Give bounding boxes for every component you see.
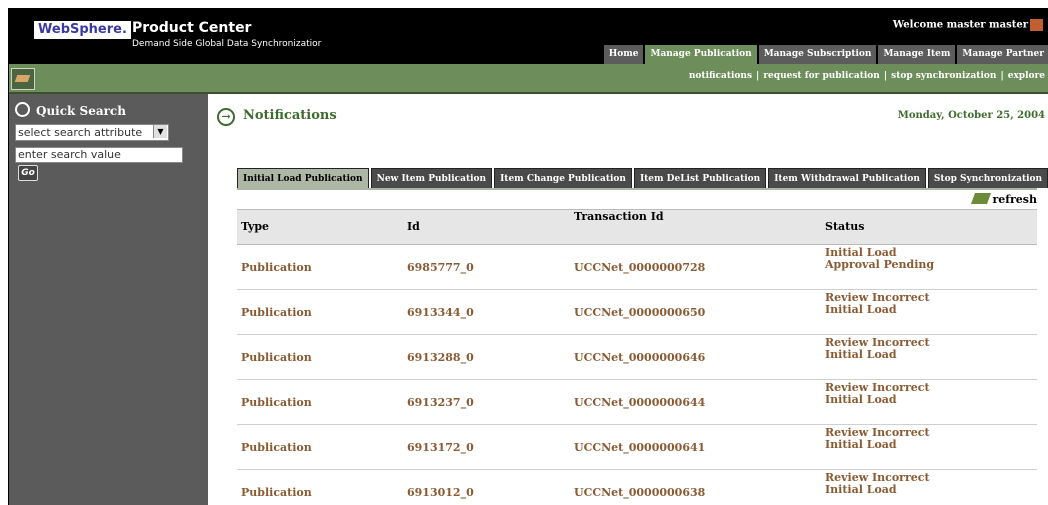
nav-manage-publication[interactable]: Manage Publication: [645, 45, 757, 64]
tab-item-change[interactable]: Item Change Publication: [494, 168, 632, 188]
go-button[interactable]: Go: [18, 165, 38, 181]
col-type: Type: [241, 220, 270, 233]
link-request-for-publication[interactable]: request for publication: [763, 71, 880, 81]
user-icon: [1030, 19, 1043, 31]
tab-underline: [237, 188, 1037, 190]
cell-type[interactable]: Publication: [241, 306, 312, 319]
current-date: Monday, October 25, 2004: [897, 110, 1045, 121]
cell-type[interactable]: Publication: [241, 441, 312, 454]
quick-search-title: Quick Search: [15, 102, 126, 118]
col-id: Id: [407, 220, 420, 233]
cell-id[interactable]: 6913172_0: [407, 441, 474, 454]
cell-id[interactable]: 6913288_0: [407, 351, 474, 364]
search-attribute-select[interactable]: select search attribute: [15, 124, 169, 141]
cell-id[interactable]: 6913237_0: [407, 396, 474, 409]
tab-new-item[interactable]: New Item Publication: [370, 168, 493, 188]
tab-initial-load[interactable]: Initial Load Publication: [237, 168, 369, 188]
refresh-button[interactable]: refresh: [971, 193, 1037, 206]
cell-transaction-id[interactable]: UCCNet_0000000728: [574, 261, 705, 274]
table-row[interactable]: Publication 6913012_0 UCCNet_0000000638 Rev…: [237, 470, 1037, 505]
cell-type[interactable]: Publication: [241, 396, 312, 409]
table-header: Type Id Transaction Id Status: [237, 209, 1037, 245]
link-notifications[interactable]: notifications: [689, 71, 752, 81]
nav-home[interactable]: Home: [603, 45, 644, 64]
chevron-down-icon[interactable]: ▼: [153, 125, 167, 138]
publication-tabs: Initial Load Publication New Item Public…: [237, 168, 1048, 188]
table-row[interactable]: Publication 6985777_0 UCCNet_0000000728 Ini…: [237, 245, 1037, 290]
col-transaction-id: Transaction Id: [574, 210, 664, 223]
link-explore[interactable]: explore: [1008, 71, 1045, 81]
cell-status[interactable]: Review Incorrect Initial Load: [825, 382, 945, 406]
page-title: → Notifications: [217, 108, 337, 126]
tab-item-delist[interactable]: Item DeList Publication: [633, 168, 767, 188]
cell-type[interactable]: Publication: [241, 351, 312, 364]
table-row[interactable]: Publication 6913172_0 UCCNet_0000000641 Rev…: [237, 425, 1037, 470]
table-row[interactable]: Publication 6913288_0 UCCNet_0000000646 Rev…: [237, 335, 1037, 380]
sub-nav-links: notifications | request for publication | st…: [689, 71, 1045, 81]
separator: |: [883, 71, 888, 81]
websphere-logo: WebSphere.: [34, 21, 131, 39]
arrow-right-icon: →: [217, 108, 235, 126]
table-row[interactable]: Publication 6913344_0 UCCNet_0000000650 Rev…: [237, 290, 1037, 335]
cell-transaction-id[interactable]: UCCNet_0000000641: [574, 441, 705, 454]
top-header: WebSphere. Product Center Demand Side Gl…: [9, 9, 1048, 64]
cell-type[interactable]: Publication: [241, 486, 312, 499]
refresh-icon: [971, 193, 992, 204]
welcome-text: Welcome master master: [893, 19, 1043, 31]
cell-transaction-id[interactable]: UCCNet_0000000650: [574, 306, 705, 319]
cell-status[interactable]: Review Incorrect Initial Load: [825, 292, 945, 316]
sidebar: Quick Search select search attribute ▼ e…: [9, 94, 208, 505]
sub-nav-bar: notifications | request for publication | st…: [9, 64, 1048, 94]
app-window: WebSphere. Product Center Demand Side Gl…: [8, 8, 1048, 505]
separator: |: [756, 71, 760, 81]
cell-transaction-id[interactable]: UCCNet_0000000646: [574, 351, 705, 364]
product-subtitle: Demand Side Global Data Synchronizatior: [132, 39, 322, 49]
product-name: Product Center: [132, 20, 252, 36]
tab-item-withdrawal[interactable]: Item Withdrawal Publication: [768, 168, 926, 188]
tab-stop-sync[interactable]: Stop Synchronization: [927, 168, 1048, 188]
cell-id[interactable]: 6985777_0: [407, 261, 474, 274]
cell-status[interactable]: Review Incorrect Initial Load: [825, 427, 945, 451]
nav-manage-subscription[interactable]: Manage Subscription: [758, 45, 877, 64]
main-nav: Home Manage Publication Manage Subscript…: [602, 45, 1048, 64]
separator: |: [1000, 71, 1004, 81]
cell-id[interactable]: 6913012_0: [407, 486, 474, 499]
link-stop-synchronization[interactable]: stop synchronization: [891, 71, 996, 81]
col-status: Status: [825, 220, 865, 233]
home-icon[interactable]: [11, 68, 35, 90]
cell-type[interactable]: Publication: [241, 261, 312, 274]
nav-manage-item[interactable]: Manage Item: [878, 45, 956, 64]
notifications-table: Type Id Transaction Id Status Publicatio…: [237, 209, 1037, 505]
search-icon: [15, 102, 30, 117]
search-value-input[interactable]: enter search value: [15, 147, 183, 163]
cell-status[interactable]: Review Incorrect Initial Load: [825, 337, 945, 361]
cell-id[interactable]: 6913344_0: [407, 306, 474, 319]
table-row[interactable]: Publication 6913237_0 UCCNet_0000000644 Rev…: [237, 380, 1037, 425]
cell-transaction-id[interactable]: UCCNet_0000000638: [574, 486, 705, 499]
cell-status[interactable]: Initial Load Approval Pending: [825, 247, 945, 271]
cell-status[interactable]: Review Incorrect Initial Load: [825, 472, 945, 496]
cell-transaction-id[interactable]: UCCNet_0000000644: [574, 396, 705, 409]
nav-manage-partner[interactable]: Manage Partner: [957, 45, 1048, 64]
